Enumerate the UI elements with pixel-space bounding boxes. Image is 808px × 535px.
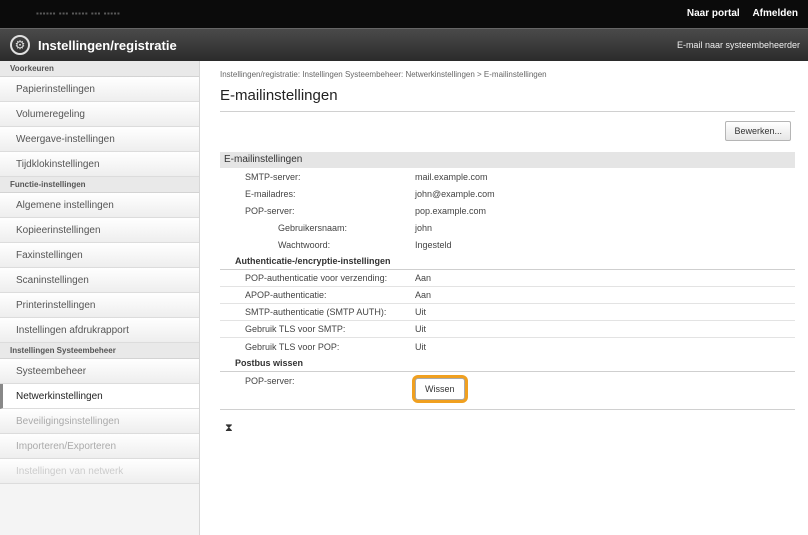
sidebar-item-algemeen[interactable]: Algemene instellingen: [0, 193, 199, 218]
row-label: Gebruik TLS voor SMTP:: [245, 324, 346, 334]
sidebar-item-volume[interactable]: Volumeregeling: [0, 102, 199, 127]
settings-row: SMTP-authenticatie (SMTP AUTH): Uit: [220, 304, 795, 321]
sidebar-heading-functie: Functie-instellingen: [0, 177, 199, 193]
wissen-button[interactable]: Wissen: [415, 377, 465, 400]
row-label: SMTP-server:: [245, 171, 301, 182]
toolbar: Bewerken...: [220, 112, 795, 144]
row-value: Uit: [415, 324, 426, 334]
row-label: Wachtwoord:: [278, 239, 331, 250]
app-header: ⚙ Instellingen/registratie E-mail naar s…: [0, 28, 808, 61]
row-label: Gebruikersnaam:: [278, 222, 348, 233]
settings-row: APOP-authenticatie: Aan: [220, 287, 795, 304]
section-header: E-mailinstellingen: [220, 152, 795, 168]
portal-link[interactable]: Naar portal: [687, 8, 740, 19]
sidebar-item-fax[interactable]: Faxinstellingen: [0, 243, 199, 268]
device-name: ▪▪▪▪▪▪ ▪▪▪ ▪▪▪▪▪ ▪▪▪ ▪▪▪▪▪: [36, 9, 121, 18]
sidebar-item-papier[interactable]: Papierinstellingen: [0, 77, 199, 102]
edit-button[interactable]: Bewerken...: [725, 121, 791, 141]
sidebar-item-afdrukrapport[interactable]: Instellingen afdrukrapport: [0, 318, 199, 343]
row-label: POP-authenticatie voor verzending:: [245, 273, 388, 283]
sidebar-item-kopieer[interactable]: Kopieerinstellingen: [0, 218, 199, 243]
row-label: POP-server:: [245, 205, 295, 216]
settings-logo-icon: ⚙: [10, 35, 30, 55]
row-value: Uit: [415, 307, 426, 317]
page-title: E-mailinstellingen: [220, 87, 338, 104]
top-bar: ▪▪▪▪▪▪ ▪▪▪ ▪▪▪▪▪ ▪▪▪ ▪▪▪▪▪ Naar portal A…: [0, 0, 808, 28]
row-value: pop.example.com: [415, 205, 487, 216]
sidebar-item-netwerk[interactable]: Netwerkinstellingen: [0, 384, 199, 409]
top-links: Naar portal Afmelden: [677, 8, 798, 19]
app-title: Instellingen/registratie: [38, 38, 177, 53]
row-value: Aan: [415, 273, 432, 283]
sidebar-heading-systeembeheer: Instellingen Systeembeheer: [0, 343, 199, 359]
auth-heading: Authenticatie-/encryptie-instellingen: [220, 253, 795, 270]
postbox-row: POP-server: Wissen: [220, 372, 795, 405]
sidebar-item-netwerk-extra[interactable]: Instellingen van netwerk: [0, 459, 199, 484]
settings-row: E-mailadres: john@example.com: [220, 185, 795, 202]
postbox-heading: Postbus wissen: [220, 355, 795, 372]
bottom-divider: [220, 409, 795, 410]
settings-row: POP-authenticatie voor verzending: Aan: [220, 270, 795, 287]
settings-row: Gebruik TLS voor SMTP: Uit: [220, 321, 795, 338]
sidebar-item-beveiliging[interactable]: Beveiligingsinstellingen: [0, 409, 199, 434]
logout-link[interactable]: Afmelden: [752, 8, 798, 19]
row-value: Ingesteld: [415, 239, 452, 250]
back-to-top-icon[interactable]: ⧗: [225, 422, 795, 435]
sidebar-item-weergave[interactable]: Weergave-instellingen: [0, 127, 199, 152]
row-value: john: [415, 222, 433, 233]
sidebar-item-importeren[interactable]: Importeren/Exporteren: [0, 434, 199, 459]
sidebar-heading-voorkeuren: Voorkeuren: [0, 61, 199, 77]
email-admin-link[interactable]: E-mail naar systeembeheerder: [677, 40, 800, 50]
sidebar: Voorkeuren Papierinstellingen Volumerege…: [0, 61, 200, 535]
row-value: Uit: [415, 341, 426, 352]
row-value: Aan: [415, 290, 432, 300]
settings-row: Wachtwoord: Ingesteld: [220, 236, 795, 253]
sidebar-item-printer[interactable]: Printerinstellingen: [0, 293, 199, 318]
main-content: Instellingen/registratie: Instellingen S…: [220, 70, 795, 435]
row-label: E-mailadres:: [245, 188, 296, 199]
breadcrumb: Instellingen/registratie: Instellingen S…: [220, 70, 547, 79]
sidebar-item-scan[interactable]: Scaninstellingen: [0, 268, 199, 293]
sidebar-item-systeembeheer[interactable]: Systeembeheer: [0, 359, 199, 384]
row-label: Gebruik TLS voor POP:: [245, 341, 340, 352]
row-value: john@example.com: [415, 188, 495, 199]
row-label: POP-server:: [245, 376, 295, 386]
settings-row: Gebruikersnaam: john: [220, 219, 795, 236]
settings-row: SMTP-server: mail.example.com: [220, 168, 795, 185]
row-value: mail.example.com: [415, 171, 488, 182]
settings-row: POP-server: pop.example.com: [220, 202, 795, 219]
row-label: SMTP-authenticatie (SMTP AUTH):: [245, 307, 387, 317]
settings-row: Gebruik TLS voor POP: Uit: [220, 338, 795, 355]
sidebar-item-tijdklok[interactable]: Tijdklokinstellingen: [0, 152, 199, 177]
row-label: APOP-authenticatie:: [245, 290, 327, 300]
